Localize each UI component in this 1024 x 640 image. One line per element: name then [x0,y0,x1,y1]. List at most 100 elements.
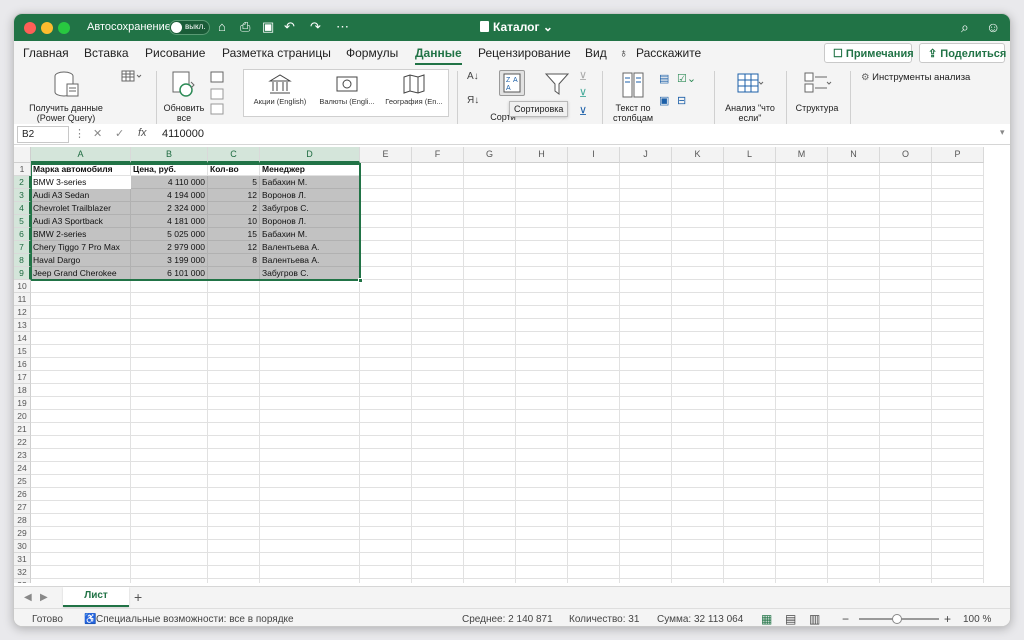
reapply-icon[interactable]: ⊻ [579,87,587,100]
table-icon[interactable] [121,70,143,82]
name-box[interactable]: B2 [17,126,69,143]
column-header-m[interactable]: M [776,147,828,163]
row-header[interactable]: 3 [14,189,31,202]
search-icon[interactable]: ⌕ [961,19,969,36]
relationships-icon[interactable]: ⊟ [677,94,686,107]
normal-view-icon[interactable]: ▦ [761,612,772,626]
analysis-tools-button[interactable]: ⚙ Инструменты анализа [861,72,970,83]
autosave-toggle[interactable]: выкл. [169,20,210,35]
column-header-p[interactable]: P [932,147,984,163]
accessibility-icon[interactable]: ♿ [84,614,96,625]
gallery-geography[interactable]: География (En... [381,73,447,106]
column-header-o[interactable]: O [880,147,932,163]
row-header[interactable]: 20 [14,410,31,423]
zoom-level[interactable]: 100 % [963,614,991,625]
chevron-down-icon[interactable]: ⋮ [74,127,85,140]
gallery-stocks[interactable]: Акции (English) [247,73,313,106]
row-header[interactable]: 30 [14,540,31,553]
row-header[interactable]: 16 [14,358,31,371]
flash-fill-icon[interactable]: ▤ [659,72,669,85]
row-header[interactable]: 11 [14,293,31,306]
column-header-e[interactable]: E [360,147,412,163]
select-all-corner[interactable] [14,147,31,163]
refresh-all-button[interactable]: Обновить все [160,70,208,123]
row-header[interactable]: 23 [14,449,31,462]
add-sheet-icon[interactable]: + [134,589,142,605]
row-header[interactable]: 18 [14,384,31,397]
row-header[interactable]: 17 [14,371,31,384]
row-header[interactable]: 2 [14,176,31,189]
column-header-a[interactable]: A [31,147,131,163]
row-header[interactable]: 26 [14,488,31,501]
row-header[interactable]: 31 [14,553,31,566]
page-break-view-icon[interactable]: ▥ [809,612,820,626]
print-icon[interactable]: ⎙ [240,19,250,35]
comments-button[interactable]: ☐ Примечания [824,43,914,63]
sort-desc-icon[interactable]: Я↓ [467,95,479,106]
gallery-currencies[interactable]: Валюты (Engli... [314,73,380,106]
column-header-g[interactable]: G [464,147,516,163]
row-header[interactable]: 28 [14,514,31,527]
share-button[interactable]: ⇪ Поделиться [919,43,1006,63]
home-icon[interactable]: ⌂ [218,19,226,34]
tell-me-search[interactable]: Расскажите [636,46,701,60]
outline-button[interactable]: Структура [791,70,843,113]
page-layout-view-icon[interactable]: ▤ [785,612,796,626]
tab-insert[interactable]: Вставка [84,46,129,60]
row-header[interactable]: 8 [14,254,31,267]
confirm-icon[interactable]: ✓ [115,127,124,140]
more-icon[interactable]: ⋯ [336,19,349,35]
filter-icon[interactable] [544,71,570,97]
tab-draw[interactable]: Рисование [145,46,205,60]
close-window-button[interactable] [24,22,36,34]
row-header[interactable]: 32 [14,566,31,579]
column-header-d[interactable]: D [260,147,360,163]
column-header-l[interactable]: L [724,147,776,163]
advanced-filter-icon[interactable]: ⊻ [579,105,587,118]
minimize-window-button[interactable] [41,22,53,34]
row-header[interactable]: 27 [14,501,31,514]
row-header[interactable]: 33 [14,579,31,583]
formula-input[interactable]: 4110000 [162,128,204,140]
row-header[interactable]: 13 [14,319,31,332]
what-if-button[interactable]: Анализ "что если" [720,70,780,123]
sheet-tab[interactable]: Лист [63,587,129,607]
function-icon[interactable]: fx [138,127,147,139]
next-sheet-icon[interactable]: ▶ [40,592,48,603]
text-to-columns-button[interactable]: Текст по столбцам [609,70,657,123]
account-icon[interactable]: ☺ [986,19,1000,35]
row-header[interactable]: 21 [14,423,31,436]
expand-formula-icon[interactable]: ▾ [1000,127,1005,138]
row-header[interactable]: 9 [14,267,31,280]
remove-duplicates-icon[interactable]: ▣ [659,94,669,107]
row-header[interactable]: 12 [14,306,31,319]
undo-icon[interactable]: ↶ [284,19,295,35]
get-data-button[interactable]: Получить данные (Power Query) [20,70,112,123]
sort-button[interactable]: ZAA [499,70,525,96]
document-title[interactable]: Каталог ⌄ [480,20,553,34]
column-header-b[interactable]: B [131,147,208,163]
column-header-k[interactable]: K [672,147,724,163]
row-header[interactable]: 19 [14,397,31,410]
zoom-window-button[interactable] [58,22,70,34]
tab-data[interactable]: Данные [415,46,462,65]
row-header[interactable]: 7 [14,241,31,254]
connections-icon[interactable] [210,70,224,116]
row-header[interactable]: 4 [14,202,31,215]
row-header[interactable]: 22 [14,436,31,449]
cancel-icon[interactable]: ✕ [93,127,102,140]
row-header[interactable]: 10 [14,280,31,293]
row-header[interactable]: 29 [14,527,31,540]
row-header[interactable]: 25 [14,475,31,488]
tab-formulas[interactable]: Формулы [346,46,398,60]
column-header-c[interactable]: C [208,147,260,163]
sort-asc-icon[interactable]: A↓ [467,71,479,82]
tab-review[interactable]: Рецензирование [478,46,571,60]
tab-view[interactable]: Вид [585,46,607,60]
row-header[interactable]: 24 [14,462,31,475]
save-icon[interactable]: ▣ [262,19,274,35]
column-header-n[interactable]: N [828,147,880,163]
row-header[interactable]: 5 [14,215,31,228]
row-header[interactable]: 1 [14,163,31,176]
fill-handle[interactable] [358,278,363,283]
